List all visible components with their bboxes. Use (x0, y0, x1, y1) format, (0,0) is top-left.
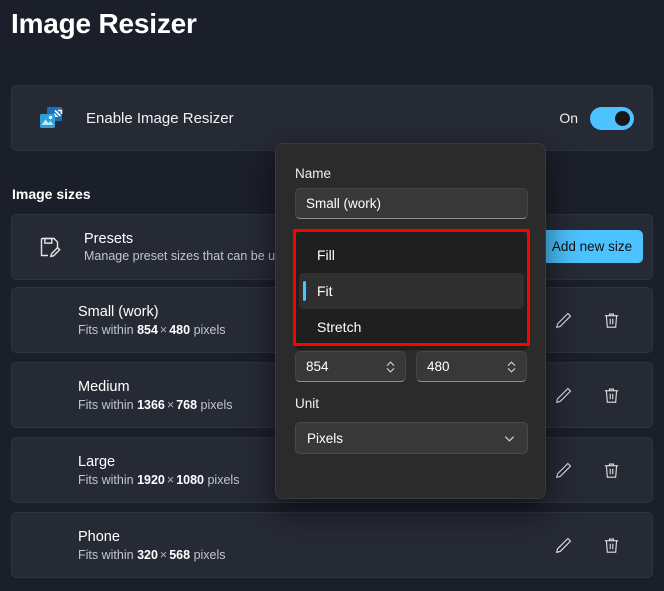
fit-mode-dropdown-list: Fill Fit Stretch (295, 232, 528, 350)
unit-select[interactable]: Pixels (295, 422, 528, 454)
size-row-phone: Phone Fits within 320×568 pixels (11, 512, 653, 578)
row-actions (552, 309, 638, 331)
unit-select-value: Pixels (307, 431, 343, 446)
size-unit: pixels (194, 323, 226, 337)
size-name: Medium (78, 379, 233, 395)
size-unit: pixels (194, 548, 226, 562)
width-stepper[interactable]: 854 (295, 351, 406, 382)
name-input[interactable] (295, 188, 528, 219)
fit-mode-option-label: Fit (317, 283, 333, 299)
fit-mode-option-label: Stretch (317, 319, 361, 335)
name-field-label: Name (295, 166, 526, 181)
row-actions (552, 459, 638, 481)
size-text-group: Large Fits within 1920×1080 pixels (78, 454, 239, 487)
width-value: 854 (306, 359, 383, 374)
add-new-size-button[interactable]: Add new size (541, 230, 643, 263)
fit-mode-option-fill[interactable]: Fill (299, 237, 524, 273)
presets-save-edit-icon (38, 235, 62, 259)
size-dimensions: Fits within 854×480 pixels (78, 323, 226, 337)
fits-prefix: Fits within (78, 473, 134, 487)
trash-icon[interactable] (600, 309, 622, 331)
times-symbol: × (165, 473, 176, 487)
fit-mode-option-stretch[interactable]: Stretch (299, 309, 524, 345)
row-actions (552, 384, 638, 406)
size-height: 568 (169, 548, 190, 562)
trash-icon[interactable] (600, 384, 622, 406)
times-symbol: × (158, 323, 169, 337)
presets-subtitle: Manage preset sizes that can be used i (84, 249, 302, 263)
size-height: 768 (176, 398, 197, 412)
size-width: 1366 (137, 398, 165, 412)
image-resizer-icon (38, 105, 64, 131)
pencil-icon[interactable] (552, 459, 574, 481)
enable-image-resizer-label: Enable Image Resizer (86, 110, 234, 127)
height-value: 480 (427, 359, 504, 374)
fits-prefix: Fits within (78, 548, 134, 562)
edit-size-dialog: Name Fill Fit Stretch 854 480 (275, 143, 546, 499)
size-name: Large (78, 454, 239, 470)
enable-toggle-group: On (559, 107, 634, 130)
chevron-down-icon (503, 432, 516, 445)
unit-field-label: Unit (295, 396, 319, 411)
size-name: Phone (78, 529, 226, 545)
presets-text-group: Presets Manage preset sizes that can be … (84, 231, 302, 263)
enable-image-resizer-row: Enable Image Resizer On (11, 85, 653, 151)
fit-mode-option-fit[interactable]: Fit (299, 273, 524, 309)
pencil-icon[interactable] (552, 309, 574, 331)
trash-icon[interactable] (600, 534, 622, 556)
size-text-group: Phone Fits within 320×568 pixels (78, 529, 226, 562)
size-height: 1080 (176, 473, 204, 487)
size-name: Small (work) (78, 304, 226, 320)
trash-icon[interactable] (600, 459, 622, 481)
toggle-state-label: On (559, 110, 578, 126)
fits-prefix: Fits within (78, 398, 134, 412)
size-width: 1920 (137, 473, 165, 487)
size-width: 320 (137, 548, 158, 562)
size-text-group: Small (work) Fits within 854×480 pixels (78, 304, 226, 337)
presets-title: Presets (84, 231, 302, 247)
pencil-icon[interactable] (552, 534, 574, 556)
size-dimensions: Fits within 1920×1080 pixels (78, 473, 239, 487)
times-symbol: × (165, 398, 176, 412)
size-dimensions: Fits within 320×568 pixels (78, 548, 226, 562)
size-text-group: Medium Fits within 1366×768 pixels (78, 379, 233, 412)
size-width: 854 (137, 323, 158, 337)
dimension-inputs: 854 480 (295, 351, 527, 382)
fit-mode-option-label: Fill (317, 247, 335, 263)
height-stepper[interactable]: 480 (416, 351, 527, 382)
fits-prefix: Fits within (78, 323, 134, 337)
spinner-updown-icon[interactable] (504, 359, 518, 375)
row-actions (552, 534, 638, 556)
pencil-icon[interactable] (552, 384, 574, 406)
page-title: Image Resizer (11, 8, 197, 40)
image-sizes-section-title: Image sizes (12, 186, 91, 202)
toggle-knob (615, 111, 630, 126)
spinner-updown-icon[interactable] (383, 359, 397, 375)
size-unit: pixels (201, 398, 233, 412)
times-symbol: × (158, 548, 169, 562)
size-unit: pixels (207, 473, 239, 487)
size-height: 480 (169, 323, 190, 337)
size-dimensions: Fits within 1366×768 pixels (78, 398, 233, 412)
enable-image-resizer-toggle[interactable] (590, 107, 634, 130)
